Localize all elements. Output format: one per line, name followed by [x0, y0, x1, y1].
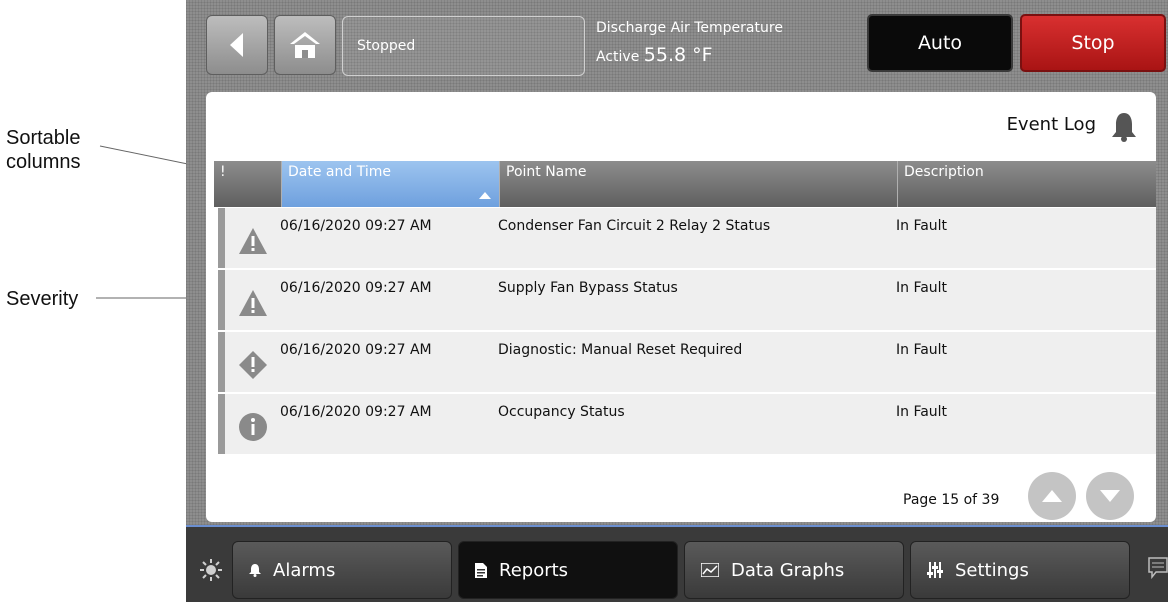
- nav-reports[interactable]: Reports: [458, 541, 678, 599]
- nav-data-graphs[interactable]: Data Graphs: [684, 541, 904, 599]
- graph-icon: [701, 563, 719, 577]
- row-description: In Fault: [896, 404, 948, 420]
- row-severity-stripe: [218, 394, 225, 454]
- nav-settings-label: Settings: [955, 559, 1029, 581]
- row-severity-stripe: [218, 270, 225, 330]
- temperature-readout[interactable]: Active 55.8 °F: [596, 44, 713, 66]
- auto-button[interactable]: Auto: [867, 14, 1013, 72]
- row-description: In Fault: [896, 280, 948, 296]
- home-button[interactable]: [274, 15, 336, 75]
- chevron-up-icon: [1042, 490, 1062, 502]
- nav-settings[interactable]: Settings: [910, 541, 1130, 599]
- row-description: In Fault: [896, 342, 948, 358]
- column-date-time[interactable]: Date and Time: [282, 161, 500, 207]
- row-point-name: Condenser Fan Circuit 2 Relay 2 Status: [498, 218, 771, 234]
- row-severity-stripe: [218, 208, 225, 268]
- warning-triangle-icon: [239, 228, 267, 254]
- chevron-down-icon: [1100, 490, 1120, 502]
- row-datetime: 06/16/2020 09:27 AM: [280, 404, 432, 420]
- diamond-alert-icon: [239, 351, 267, 379]
- document-icon: [475, 562, 487, 578]
- page-up-button[interactable]: [1028, 472, 1076, 520]
- bottom-navigation: Alarms Reports Data Graphs Settings: [186, 525, 1168, 602]
- nav-data-graphs-label: Data Graphs: [731, 559, 845, 581]
- table-row[interactable]: 06/16/2020 09:27 AM Diagnostic: Manual R…: [218, 332, 1156, 392]
- row-datetime: 06/16/2020 09:27 AM: [280, 342, 432, 358]
- panel-title: Event Log: [1006, 114, 1096, 135]
- row-datetime: 06/16/2020 09:27 AM: [280, 280, 432, 296]
- column-description[interactable]: Description: [898, 161, 1156, 207]
- page-down-button[interactable]: [1086, 472, 1134, 520]
- home-icon: [290, 32, 320, 58]
- controller-screen: Stopped Discharge Air Temperature Active…: [186, 0, 1168, 602]
- temperature-state: Active: [596, 49, 640, 65]
- row-point-name: Occupancy Status: [498, 404, 625, 420]
- table-row[interactable]: 06/16/2020 09:27 AM Condenser Fan Circui…: [218, 208, 1156, 268]
- back-button[interactable]: [206, 15, 268, 75]
- column-date-time-label: Date and Time: [288, 164, 391, 180]
- row-datetime: 06/16/2020 09:27 AM: [280, 218, 432, 234]
- warning-triangle-icon: [239, 290, 267, 316]
- event-log-panel: Event Log ! Date and Time Point Name Des…: [206, 92, 1156, 522]
- row-severity-stripe: [218, 332, 225, 392]
- row-point-name: Supply Fan Bypass Status: [498, 280, 678, 296]
- table-row[interactable]: 06/16/2020 09:27 AM Supply Fan Bypass St…: [218, 270, 1156, 330]
- nav-reports-label: Reports: [499, 559, 569, 581]
- row-description: In Fault: [896, 218, 948, 234]
- table-header: ! Date and Time Point Name Description: [214, 161, 1156, 207]
- column-severity[interactable]: !: [214, 161, 282, 207]
- brightness-icon[interactable]: [200, 559, 222, 581]
- row-point-name: Diagnostic: Manual Reset Required: [498, 342, 743, 358]
- temperature-label: Discharge Air Temperature: [596, 20, 783, 36]
- bell-icon: [1112, 113, 1136, 142]
- sort-ascending-icon: [479, 192, 491, 199]
- nav-alarms-label: Alarms: [273, 559, 336, 581]
- page-indicator: Page 15 of 39: [903, 492, 1000, 508]
- unit-status[interactable]: Stopped: [342, 16, 585, 76]
- sliders-icon: [927, 562, 943, 578]
- message-icon[interactable]: [1148, 557, 1168, 579]
- nav-alarms[interactable]: Alarms: [232, 541, 452, 599]
- table-row[interactable]: 06/16/2020 09:27 AM Occupancy Status In …: [218, 394, 1156, 454]
- temperature-value: 55.8 °F: [643, 44, 713, 66]
- bell-icon: [249, 563, 261, 577]
- back-arrow-icon: [230, 33, 243, 57]
- info-circle-icon: [239, 413, 267, 441]
- column-point-name[interactable]: Point Name: [500, 161, 898, 207]
- stop-button[interactable]: Stop: [1020, 14, 1166, 72]
